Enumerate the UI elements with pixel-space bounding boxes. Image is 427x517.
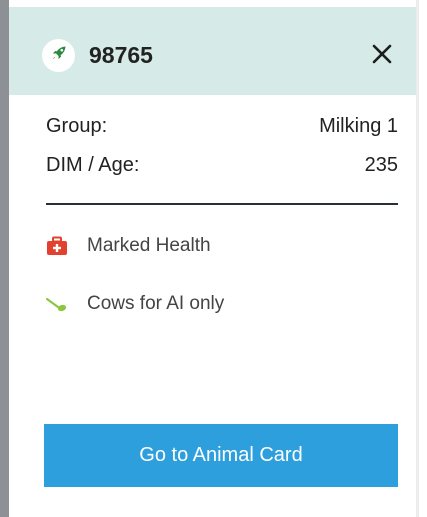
dim-age-row: DIM / Age: 235	[46, 152, 398, 178]
group-value: Milking 1	[319, 115, 398, 137]
left-border	[0, 0, 9, 517]
dim-age-label: DIM / Age:	[46, 154, 140, 176]
animal-popup: 98765 Group: Milking 1 DIM / Age: 235 Ma…	[0, 0, 427, 517]
right-border	[416, 0, 419, 517]
animal-id-title: 98765	[89, 42, 153, 68]
go-to-animal-card-button[interactable]: Go to Animal Card	[44, 424, 398, 487]
close-button[interactable]	[367, 41, 397, 71]
dim-age-value: 235	[364, 154, 398, 176]
rocket-icon	[50, 44, 68, 67]
insemination-icon	[46, 292, 73, 316]
divider	[46, 203, 398, 205]
group-row: Group: Milking 1	[46, 113, 398, 139]
close-icon	[371, 43, 393, 70]
animal-badge	[42, 39, 75, 72]
medical-kit-icon	[46, 234, 73, 258]
tag-marked-health-label: Marked Health	[87, 235, 211, 256]
tag-marked-health: Marked Health	[46, 234, 211, 258]
group-label: Group:	[46, 115, 108, 137]
popup-header: 98765	[9, 0, 416, 95]
tag-cows-for-ai: Cows for AI only	[46, 292, 224, 316]
tag-cows-for-ai-label: Cows for AI only	[87, 293, 225, 314]
